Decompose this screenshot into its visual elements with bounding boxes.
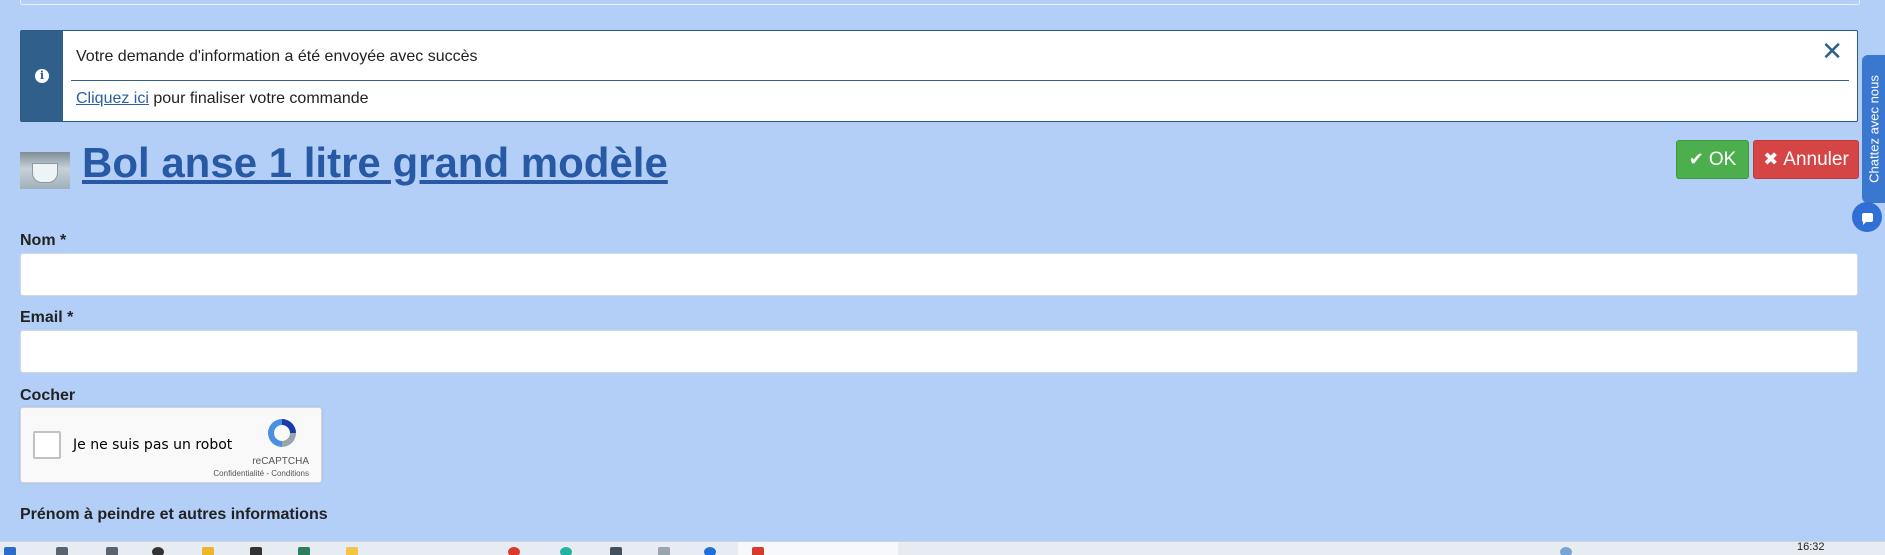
- active-window-tab[interactable]: [738, 542, 898, 555]
- close-icon: ✖: [1763, 149, 1779, 169]
- clock-time: 16:32: [1797, 541, 1825, 553]
- recaptcha-brand: reCAPTCHA: [252, 456, 309, 467]
- cancel-button-label: Annuler: [1783, 148, 1849, 170]
- recaptcha-checkbox[interactable]: [33, 431, 61, 459]
- product-thumbnail: [20, 152, 70, 189]
- info-icon: i: [35, 69, 49, 83]
- chat-bubble-icon: [1861, 212, 1873, 225]
- ok-button-label: OK: [1708, 148, 1737, 170]
- extra-info-label: Prénom à peindre et autres informations: [20, 506, 328, 523]
- recaptcha-terms-link[interactable]: Confidentialité - Conditions: [213, 469, 309, 478]
- name-label: Nom *: [20, 232, 67, 249]
- email-label: Email *: [20, 309, 74, 326]
- cancel-button[interactable]: ✖ Annuler: [1753, 140, 1859, 179]
- alert-divider: [71, 80, 1849, 81]
- bowl-image: [32, 163, 58, 183]
- ok-button[interactable]: ✔ OK: [1676, 140, 1749, 179]
- alert-close-icon[interactable]: ✕: [1821, 38, 1843, 64]
- name-input[interactable]: [20, 253, 1858, 296]
- chat-bubble-button[interactable]: [1852, 202, 1882, 232]
- chat-tab[interactable]: Chattez avec nous: [1862, 55, 1885, 203]
- alert-message: Votre demande d'information a été envoyé…: [76, 48, 478, 65]
- alert-side-bar: i: [21, 31, 63, 121]
- recaptcha-widget: Je ne suis pas un robot reCAPTCHA Confid…: [20, 407, 322, 483]
- chat-tab-label: Chattez avec nous: [1866, 75, 1881, 183]
- recaptcha-logo-icon: [268, 419, 296, 447]
- success-alert: i Votre demande d'information a été envo…: [20, 30, 1858, 122]
- top-panel-edge: [20, 0, 1860, 5]
- alert-followup-text: pour finaliser votre commande: [148, 90, 369, 107]
- email-input[interactable]: [20, 330, 1858, 373]
- finalize-order-link[interactable]: Cliquez ici: [76, 90, 149, 107]
- alert-followup: Cliquez ici pour finaliser votre command…: [76, 90, 369, 108]
- os-taskbar: 16:32: [0, 541, 1885, 555]
- check-icon: ✔: [1688, 149, 1704, 169]
- product-title-link[interactable]: Bol anse 1 litre grand modèle: [82, 139, 668, 187]
- captcha-label: Cocher: [20, 387, 76, 404]
- recaptcha-checkbox-label: Je ne suis pas un robot: [73, 437, 233, 453]
